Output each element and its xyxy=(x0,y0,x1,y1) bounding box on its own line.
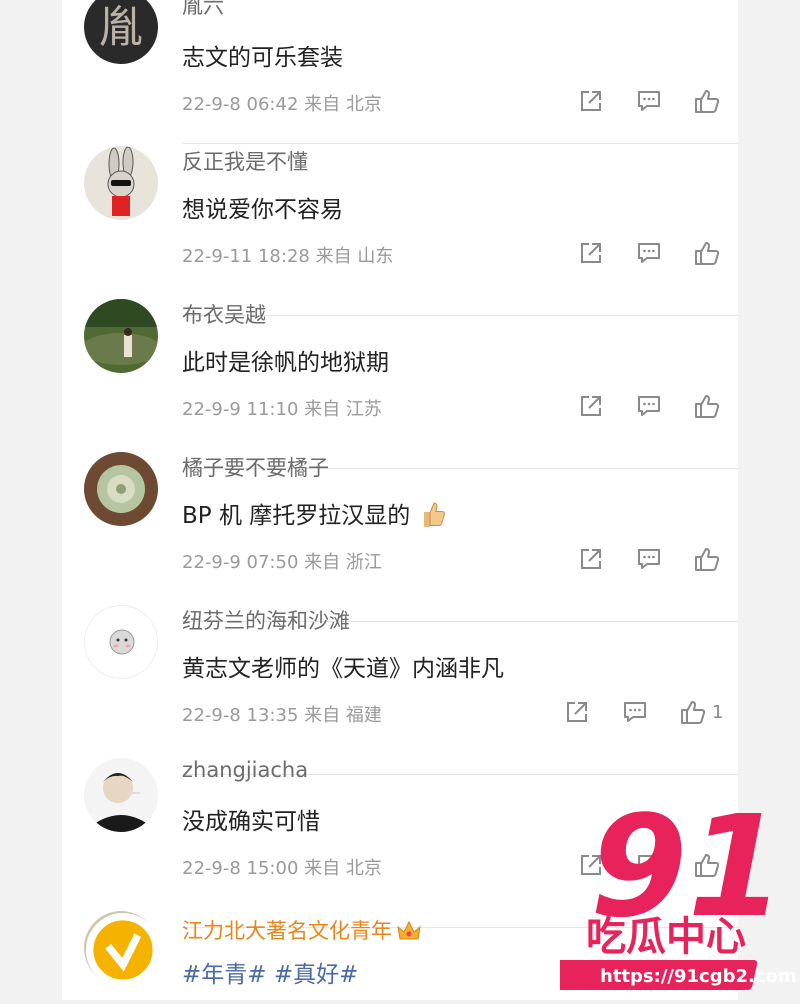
comment-date: 22-9-8 15:00 xyxy=(182,858,299,879)
origin-prefix: 来自 xyxy=(304,705,341,726)
comment-item: 纽芬兰的海和沙滩 黄志文老师的《天道》内涵非凡 22-9-8 13:35 来自 … xyxy=(62,605,738,775)
comment-meta: 22-9-11 18:28 来自 山东 xyxy=(182,242,393,268)
comment-actions xyxy=(562,238,738,268)
comment-icon xyxy=(638,91,660,111)
reply-button[interactable] xyxy=(606,697,664,727)
verified-badge-icon xyxy=(86,913,160,987)
comment-text: #年青# #真好# xyxy=(182,955,358,989)
origin-prefix: 来自 xyxy=(304,399,341,420)
reply-button[interactable] xyxy=(620,86,678,116)
origin-prefix: 来自 xyxy=(304,94,341,115)
comment-icon xyxy=(638,549,660,569)
avatar[interactable] xyxy=(84,605,158,679)
watermark-logo: 91 吃瓜中心 https://91cgb2.com xyxy=(532,786,800,1000)
comment-icon xyxy=(638,243,660,263)
svg-text:胤: 胤 xyxy=(99,2,143,53)
origin-prefix: 来自 xyxy=(304,552,341,573)
comment-text: 没成确实可惜 xyxy=(182,809,320,835)
comment-text: BP 机 摩托罗拉汉显的 xyxy=(182,496,446,535)
thumbs-up-icon xyxy=(695,548,720,571)
comment-meta: 22-9-8 15:00 来自 北京 xyxy=(182,854,382,880)
comment-meta: 22-9-9 07:50 来自 浙江 xyxy=(182,548,382,574)
share-button[interactable] xyxy=(562,544,620,574)
reply-button[interactable] xyxy=(620,544,678,574)
username[interactable]: 橘子要不要橘子 xyxy=(182,452,329,482)
comment-date: 22-9-9 11:10 xyxy=(182,399,299,420)
share-icon xyxy=(581,396,601,416)
username-text: 江力北大著名文化青年 xyxy=(182,919,392,943)
comment-date: 22-9-9 07:50 xyxy=(182,552,299,573)
username[interactable]: 反正我是不懂 xyxy=(182,146,308,176)
username[interactable]: 江力北大著名文化青年 xyxy=(182,915,422,946)
origin-prefix: 来自 xyxy=(315,246,352,267)
thumbs-up-icon xyxy=(681,701,706,724)
like-count: 1 xyxy=(712,701,724,723)
origin-location: 北京 xyxy=(345,94,382,115)
username[interactable]: zhangjiacha xyxy=(182,758,308,782)
like-button[interactable] xyxy=(678,238,738,268)
like-button[interactable] xyxy=(678,86,738,116)
comment-actions xyxy=(562,391,738,421)
origin-location: 福建 xyxy=(345,705,382,726)
comment-item: 布衣吴越 此时是徐帆的地狱期 22-9-9 11:10 来自 江苏 xyxy=(62,299,738,469)
origin-prefix: 来自 xyxy=(304,858,341,879)
share-button[interactable] xyxy=(562,86,620,116)
comment-date: 22-9-8 13:35 xyxy=(182,705,299,726)
comment-actions xyxy=(562,544,738,574)
share-icon xyxy=(581,91,601,111)
comment-text: 想说爱你不容易 xyxy=(182,197,343,223)
comment-meta: 22-9-9 11:10 来自 江苏 xyxy=(182,395,382,421)
origin-location: 北京 xyxy=(345,858,382,879)
origin-location: 江苏 xyxy=(345,399,382,420)
comment-date: 22-9-8 06:42 xyxy=(182,94,299,115)
avatar[interactable] xyxy=(84,452,158,526)
comment-item: 反正我是不懂 想说爱你不容易 22-9-11 18:28 来自 山东 xyxy=(62,146,738,316)
comment-date: 22-9-11 18:28 xyxy=(182,246,310,267)
avatar[interactable] xyxy=(84,146,158,220)
username[interactable]: 胤六 xyxy=(182,0,224,20)
hashtag-link[interactable]: #年青# xyxy=(182,962,267,988)
avatar[interactable]: 胤 xyxy=(84,0,158,64)
comment-item: 胤 胤六 志文的可乐套装 22-9-8 06:42 来自 北京 xyxy=(62,0,738,144)
comment-icon xyxy=(624,702,646,722)
thumbs-up-emoji-icon xyxy=(420,499,446,535)
comment-text: 志文的可乐套装 xyxy=(182,45,343,71)
username[interactable]: 布衣吴越 xyxy=(182,299,266,329)
watermark-cn: 吃瓜中心 xyxy=(586,914,746,960)
share-icon xyxy=(567,702,587,722)
comment-text: 此时是徐帆的地狱期 xyxy=(182,350,389,376)
like-button[interactable] xyxy=(678,544,738,574)
comment-text-content: BP 机 摩托罗拉汉显的 xyxy=(182,503,411,529)
avatar[interactable] xyxy=(84,911,160,987)
watermark-url: https://91cgb2.com xyxy=(600,966,797,987)
hashtag-link[interactable]: #真好# xyxy=(274,962,359,988)
comment-actions xyxy=(562,86,738,116)
like-button[interactable] xyxy=(678,391,738,421)
share-button[interactable] xyxy=(562,391,620,421)
divider xyxy=(182,143,738,144)
thumbs-up-icon xyxy=(695,242,720,265)
like-button[interactable]: 1 xyxy=(664,697,724,727)
share-button[interactable] xyxy=(562,238,620,268)
origin-location: 浙江 xyxy=(345,552,382,573)
thumbs-up-icon xyxy=(695,395,720,418)
avatar[interactable] xyxy=(84,758,158,832)
origin-location: 山东 xyxy=(357,246,394,267)
share-icon xyxy=(581,549,601,569)
reply-button[interactable] xyxy=(620,238,678,268)
share-button[interactable] xyxy=(548,697,606,727)
username[interactable]: 纽芬兰的海和沙滩 xyxy=(182,605,350,635)
share-icon xyxy=(581,243,601,263)
comment-text: 黄志文老师的《天道》内涵非凡 xyxy=(182,656,504,682)
comment-item: 橘子要不要橘子 BP 机 摩托罗拉汉显的 22-9-9 07:50 来自 浙江 xyxy=(62,452,738,622)
comment-icon xyxy=(638,396,660,416)
comment-meta: 22-9-8 13:35 来自 福建 xyxy=(182,701,382,727)
comment-meta: 22-9-8 06:42 来自 北京 xyxy=(182,90,382,116)
crown-icon xyxy=(396,919,422,946)
reply-button[interactable] xyxy=(620,391,678,421)
thumbs-up-icon xyxy=(695,90,720,113)
avatar[interactable] xyxy=(84,299,158,373)
comment-actions: 1 xyxy=(548,697,724,727)
